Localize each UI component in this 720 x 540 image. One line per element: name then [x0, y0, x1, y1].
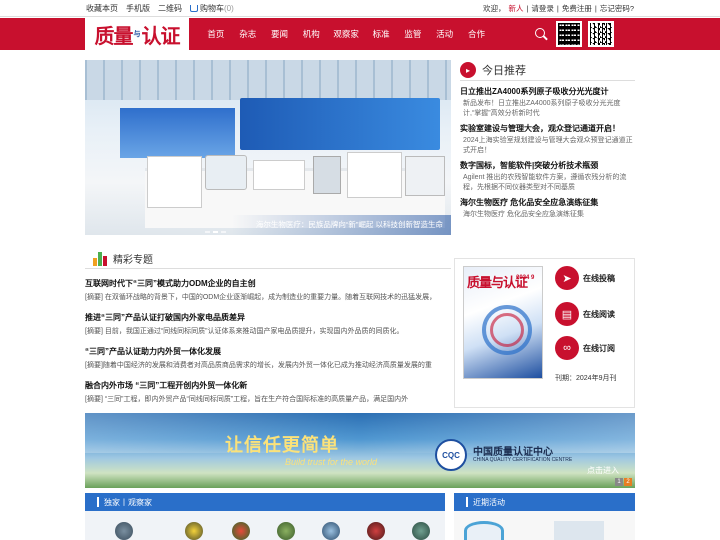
ad-page-2[interactable]: 2: [624, 478, 632, 486]
avatar[interactable]: [232, 522, 250, 540]
today-headline[interactable]: 日立推出ZA4000系列原子吸收分光光度计: [460, 86, 635, 97]
speaker-icon: ▸: [460, 62, 476, 78]
avatar[interactable]: [322, 522, 340, 540]
search-icon[interactable]: [535, 28, 545, 38]
ad-org-name-en: CHINA QUALITY CERTIFICATION CENTRE: [473, 457, 573, 463]
article-headline[interactable]: 推进“三同”产品认证打破国内外家电品质差异: [85, 312, 440, 323]
qrcode-link[interactable]: 二维码: [158, 3, 182, 14]
nav-item-events[interactable]: 活动: [429, 28, 461, 40]
avatar[interactable]: [367, 522, 385, 540]
submit-online-button[interactable]: ➤ 在线投稿: [555, 266, 615, 290]
article-headline[interactable]: 融合内外市场 “三同”工程开创内外贸一体化新: [85, 380, 440, 391]
article-headline[interactable]: 互联网时代下“三同”模式助力ODM企业的自主创: [85, 278, 440, 289]
today-title: 今日推荐: [482, 65, 526, 77]
nav-item-cooperation[interactable]: 合作: [461, 28, 493, 40]
ad-slogan-en: Build trust for the world: [285, 457, 378, 467]
ad-pager[interactable]: 1 2: [615, 478, 632, 486]
nav-item-home[interactable]: 首页: [200, 28, 232, 40]
avatar[interactable]: [277, 522, 295, 540]
observer-avatars: [85, 511, 445, 540]
banner-caption: 海尔生物医疗：民族品牌向“新”崛起 以科技创新智造生命: [255, 220, 443, 229]
cqc-logo: CQC: [435, 439, 467, 471]
featured-article: “三同”产品认证助力内外贸一体化发展 [摘要]随着中国经济的发展和消费者对高品质…: [85, 346, 440, 371]
today-headline[interactable]: 实验室建设与管理大会，观众登记通道开启！: [460, 123, 635, 134]
observer-section-header: 独家丨观察家: [85, 493, 445, 511]
subscribe-online-button[interactable]: ∞ 在线订阅: [555, 336, 615, 360]
register-link[interactable]: 免费注册: [562, 3, 592, 14]
nav-item-magazine[interactable]: 杂志: [232, 28, 264, 40]
today-summary: Agilent 推出的农残智能软件方案，遵循农残分析的流程，先根据不同仪器类型对…: [463, 174, 627, 191]
nav-item-news[interactable]: 要闻: [264, 28, 296, 40]
read-online-button[interactable]: ▤ 在线阅读: [555, 302, 615, 326]
article-summary: [摘要] “三同”工程，即内外贸产品“同线同标同质”工程，旨在生产符合国际标准的…: [85, 396, 409, 403]
nav-item-institutions[interactable]: 机构: [295, 28, 327, 40]
paper-plane-icon: ➤: [555, 266, 579, 290]
ad-page-1[interactable]: 1: [615, 478, 623, 486]
nav-item-regulation[interactable]: 监管: [397, 28, 429, 40]
article-summary: [摘要] 目前，我国正通过“同线同标同质”认证体系来推动国产家电品质提升，实现国…: [85, 328, 404, 335]
site-logo[interactable]: 质量与认证: [85, 18, 189, 50]
magazine-cover[interactable]: 质量与认证 2024 9: [463, 266, 543, 379]
featured-title: 精彩专题: [113, 255, 153, 266]
article-summary: [摘要]随着中国经济的发展和消费者对高品质商品需求的增长，发展内外贸一体化已成为…: [85, 362, 432, 369]
ad-cta[interactable]: 点击进入: [587, 465, 619, 476]
today-headline[interactable]: 海尔生物医疗 危化品安全应急演练征集: [460, 197, 635, 208]
event-thumb[interactable]: [554, 521, 604, 540]
link-icon: ∞: [555, 336, 579, 360]
nav-item-standards[interactable]: 标准: [365, 28, 397, 40]
today-summary: 海尔生物医疗 危化品安全应急演练征集: [463, 211, 584, 218]
today-item: 日立推出ZA4000系列原子吸收分光光度计 新品发布！日立推出ZA4000系列原…: [460, 86, 635, 119]
events-thumbs: [454, 511, 635, 540]
nav-item-observer[interactable]: 观察家: [327, 28, 365, 40]
article-summary: [摘要] 在双循环战略的背景下，中国的ODM企业逐渐崛起，成为制造业的重要力量。…: [85, 294, 437, 301]
cart-link[interactable]: 购物车(0): [190, 3, 234, 14]
cqc-ad-banner[interactable]: 让信任更简单 Build trust for the world CQC 中国质…: [85, 413, 635, 488]
today-header: ▸ 今日推荐: [460, 60, 635, 80]
welcome-text: 欢迎，: [482, 4, 506, 13]
bookmark-link[interactable]: 收藏本页: [86, 3, 118, 14]
book-icon: ▤: [555, 302, 579, 326]
today-summary: 新品发布！日立推出ZA4000系列原子吸收分光光度计,“掌握”高效分析新时代: [463, 100, 621, 117]
featured-article: 融合内外市场 “三同”工程开创内外贸一体化新 [摘要] “三同”工程，即内外贸产…: [85, 380, 440, 405]
today-headline[interactable]: 数字国标，智能软件|突破分析技术瓶颈: [460, 160, 635, 171]
avatar[interactable]: [185, 522, 203, 540]
avatar[interactable]: [115, 522, 133, 540]
featured-header: 精彩专题: [85, 249, 451, 269]
events-section-header: 近期活动: [454, 493, 635, 511]
today-item: 实验室建设与管理大会，观众登记通道开启！ 2024上海实验室规划建设与管理大会观…: [460, 123, 635, 156]
qr-code-app: [588, 21, 614, 47]
top-utility-bar: 收藏本页 手机版 二维码 购物车(0) 欢迎， 新人 | 请登录 | 免费注册 …: [0, 0, 720, 17]
login-link[interactable]: 请登录: [531, 3, 554, 14]
event-thumb[interactable]: [464, 521, 504, 540]
article-headline[interactable]: “三同”产品认证助力内外贸一体化发展: [85, 346, 440, 357]
username: 新人: [508, 4, 524, 13]
issue-label: 刊期：2024年9月刊: [555, 375, 617, 382]
today-item: 数字国标，智能软件|突破分析技术瓶颈 Agilent 推出的农残智能软件方案，遵…: [460, 160, 635, 193]
featured-article: 推进“三同”产品认证打破国内外家电品质差异 [摘要] 目前，我国正通过“同线同标…: [85, 312, 440, 337]
today-item: 海尔生物医疗 危化品安全应急演练征集 海尔生物医疗 危化品安全应急演练征集: [460, 197, 635, 220]
banner-pager[interactable]: [205, 231, 226, 233]
nav-menu: 首页 杂志 要闻 机构 观察家 标准 监管 活动 合作: [200, 18, 492, 50]
hero-banner[interactable]: 海尔生物医疗：民族品牌向“新”崛起 以科技创新智造生命: [85, 60, 451, 235]
mobile-link[interactable]: 手机版: [126, 3, 150, 14]
qr-code-wechat: [556, 21, 582, 47]
ad-org-name: 中国质量认证中心: [473, 447, 553, 458]
forgot-password-link[interactable]: 忘记密码?: [600, 3, 634, 14]
today-summary: 2024上海实验室规划建设与管理大会观众预登记通道正式开启！: [463, 137, 633, 154]
featured-article: 互联网时代下“三同”模式助力ODM企业的自主创 [摘要] 在双循环战略的背景下，…: [85, 278, 440, 303]
avatar[interactable]: [412, 522, 430, 540]
cart-icon: [190, 5, 198, 13]
chart-bar-icon: [93, 251, 107, 266]
ad-slogan: 让信任更简单: [225, 435, 339, 455]
